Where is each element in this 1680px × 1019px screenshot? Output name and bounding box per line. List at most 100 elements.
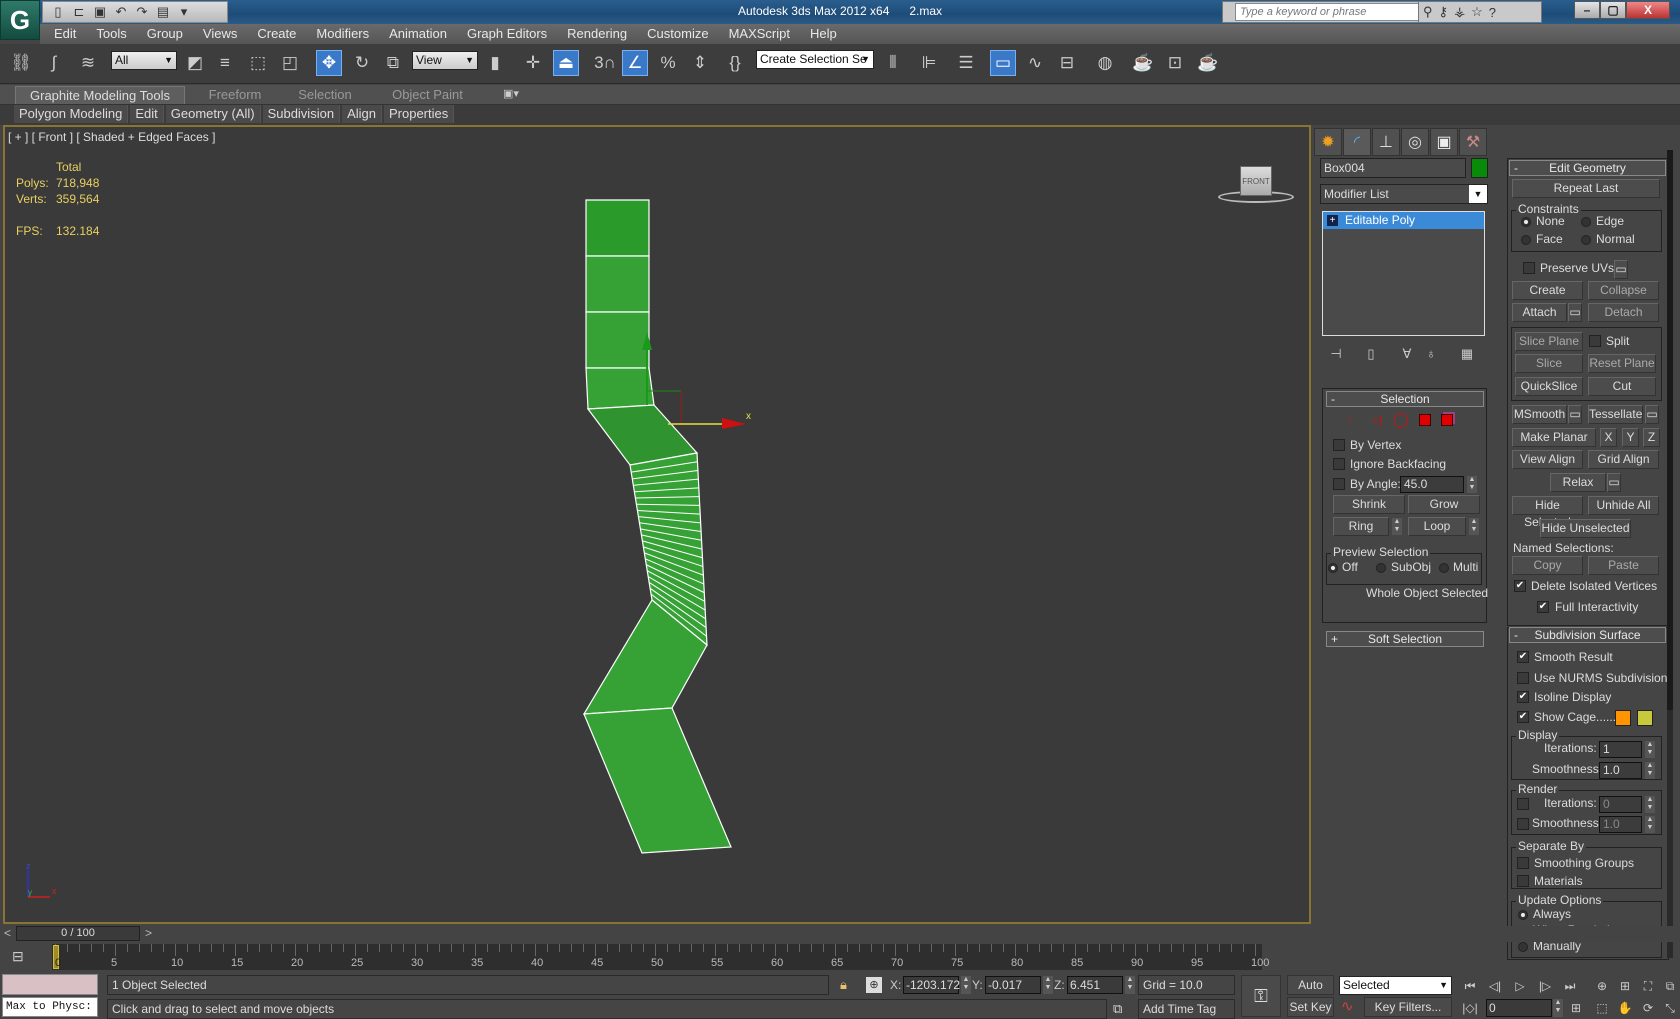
full-interactivity-checkbox[interactable]: ✔ bbox=[1537, 601, 1549, 613]
utilities-tab-icon[interactable]: ⚒ bbox=[1459, 128, 1487, 156]
msmooth-settings-button[interactable]: ▭ bbox=[1568, 405, 1582, 424]
unhide-all-button[interactable]: Unhide All bbox=[1588, 496, 1659, 515]
pan-view-icon[interactable]: ✋ bbox=[1615, 999, 1635, 1017]
object-color-swatch[interactable] bbox=[1471, 158, 1488, 178]
create-button[interactable]: Create bbox=[1512, 281, 1583, 300]
show-end-result-icon[interactable]: ▯ bbox=[1362, 346, 1380, 364]
by-angle-spinner[interactable]: 45.0 bbox=[1400, 476, 1464, 493]
mesh-polygon[interactable] bbox=[585, 199, 650, 257]
frame-spinner-icon[interactable]: ▲ ▼ bbox=[1553, 999, 1563, 1017]
show-cage-checkbox[interactable]: ✔ bbox=[1517, 711, 1529, 723]
repeat-last-button[interactable]: Repeat Last bbox=[1512, 179, 1660, 198]
grid-align-button[interactable]: Grid Align bbox=[1588, 450, 1659, 469]
zoom-region-icon[interactable]: ⬚ bbox=[1592, 999, 1612, 1017]
key-filters-button[interactable]: Key Filters... bbox=[1364, 997, 1452, 1017]
prev-frame-button[interactable]: < bbox=[4, 926, 11, 940]
preserve-uvs-settings-button[interactable]: ▭ bbox=[1614, 260, 1628, 279]
make-planar-z-button[interactable]: Z bbox=[1643, 428, 1660, 447]
x-spinner-icon[interactable]: ▲ ▼ bbox=[961, 976, 971, 994]
materials-checkbox[interactable] bbox=[1517, 875, 1529, 887]
update-manually-radio[interactable] bbox=[1518, 942, 1528, 952]
remove-modifier-icon[interactable]: ♁ bbox=[1422, 346, 1440, 364]
key-mode-dropdown[interactable]: Selected ▼ bbox=[1339, 976, 1452, 995]
tessellate-button[interactable]: Tessellate bbox=[1588, 405, 1643, 424]
constraint-edge-radio[interactable] bbox=[1581, 217, 1591, 227]
mesh-polygon[interactable] bbox=[585, 255, 650, 313]
y-coord-field[interactable]: -0.017 bbox=[985, 976, 1041, 994]
spinner-arrows-icon[interactable]: ▲ ▼ bbox=[1645, 762, 1655, 779]
collapse-button[interactable]: Collapse bbox=[1588, 281, 1659, 300]
soft-selection-rollout-header[interactable]: + Soft Selection bbox=[1326, 631, 1484, 647]
slice-plane-button[interactable]: Slice Plane bbox=[1515, 332, 1583, 351]
stack-item-editable-poly[interactable]: + Editable Poly bbox=[1323, 212, 1484, 229]
modifier-list-dropdown[interactable]: Modifier List ▼ bbox=[1320, 184, 1488, 204]
make-unique-icon[interactable]: ∀ bbox=[1398, 346, 1416, 364]
pin-stack-icon[interactable]: ⊣ bbox=[1327, 346, 1345, 364]
mini-curve-editor-icon[interactable]: ⊟ bbox=[12, 948, 24, 965]
play-icon[interactable]: ▷ bbox=[1510, 977, 1530, 995]
preview-off-radio[interactable] bbox=[1328, 563, 1338, 573]
slice-button[interactable]: Slice bbox=[1515, 354, 1583, 373]
constraint-face-radio[interactable] bbox=[1521, 235, 1531, 245]
hide-unselected-button[interactable]: Hide Unselected bbox=[1540, 519, 1631, 538]
isoline-display-checkbox[interactable]: ✔ bbox=[1517, 691, 1529, 703]
element-icon[interactable] bbox=[1441, 414, 1453, 426]
polygon-icon[interactable] bbox=[1419, 414, 1431, 426]
ring-button[interactable]: Ring bbox=[1333, 517, 1389, 536]
viewcube[interactable]: FRONT bbox=[1240, 166, 1272, 196]
z-spinner-icon[interactable]: ▲ ▼ bbox=[1125, 976, 1135, 994]
relax-button[interactable]: Relax bbox=[1550, 473, 1606, 492]
restore-button[interactable]: ▢ bbox=[1600, 1, 1626, 19]
by-vertex-checkbox[interactable] bbox=[1333, 439, 1345, 451]
tessellate-settings-button[interactable]: ▭ bbox=[1645, 405, 1659, 424]
expand-icon[interactable]: + bbox=[1327, 215, 1338, 226]
3ds-max-logo-icon[interactable]: G bbox=[0, 0, 40, 40]
time-tag-icon[interactable]: ⧉ bbox=[1113, 1001, 1122, 1017]
attach-button[interactable]: Attach bbox=[1512, 303, 1567, 322]
vertex-icon[interactable]: ⁖ bbox=[1346, 413, 1354, 429]
go-to-start-icon[interactable]: ⏮ bbox=[1460, 977, 1480, 995]
gizmo-x-arrow-icon[interactable] bbox=[722, 418, 746, 429]
display-tab-icon[interactable]: ▣ bbox=[1430, 128, 1458, 156]
make-planar-button[interactable]: Make Planar bbox=[1512, 428, 1596, 447]
preview-subobj-radio[interactable] bbox=[1376, 563, 1386, 573]
modify-tab-icon[interactable]: ◜ bbox=[1343, 128, 1371, 156]
set-key-button[interactable]: Set Key bbox=[1287, 997, 1334, 1017]
binoculars-icon[interactable]: ⚲ bbox=[1423, 4, 1433, 20]
create-tab-icon[interactable]: ✹ bbox=[1314, 128, 1342, 156]
maxscript-listener-input[interactable]: Max to Physc: bbox=[2, 997, 98, 1017]
key-icon[interactable]: ⚷ bbox=[1439, 4, 1449, 20]
absolute-mode-icon[interactable]: ⊕ bbox=[866, 977, 882, 993]
zoom-extents-icon[interactable]: ⛶ bbox=[1638, 977, 1658, 995]
reset-plane-button[interactable]: Reset Plane bbox=[1588, 354, 1656, 373]
view-align-button[interactable]: View Align bbox=[1512, 450, 1583, 469]
z-coord-field[interactable]: 6.451 bbox=[1067, 976, 1123, 994]
render-smoothness-spinner[interactable]: 1.0 bbox=[1599, 816, 1642, 833]
help-icon[interactable]: ? bbox=[1489, 5, 1496, 20]
by-angle-checkbox[interactable] bbox=[1333, 478, 1345, 490]
next-frame-button[interactable]: > bbox=[145, 926, 157, 940]
go-to-end-icon[interactable]: ⏭ bbox=[1560, 977, 1580, 995]
current-frame-field[interactable]: 0 bbox=[1486, 999, 1552, 1017]
make-planar-x-button[interactable]: X bbox=[1600, 428, 1617, 447]
maxscript-listener-output[interactable] bbox=[2, 974, 98, 995]
smoothing-groups-checkbox[interactable] bbox=[1517, 857, 1529, 869]
spinner-arrows-icon[interactable]: ▲ ▼ bbox=[1645, 741, 1655, 758]
detach-button[interactable]: Detach bbox=[1588, 303, 1659, 322]
edge-icon[interactable]: ◁ bbox=[1372, 412, 1382, 428]
add-time-tag-button[interactable]: Add Time Tag bbox=[1138, 999, 1235, 1019]
default-tangent-icon[interactable]: ∿ bbox=[1341, 997, 1354, 1015]
render-smoothness-checkbox[interactable] bbox=[1517, 818, 1529, 830]
mesh-polygon[interactable] bbox=[585, 311, 650, 369]
smooth-result-checkbox[interactable]: ✔ bbox=[1517, 651, 1529, 663]
update-always-radio[interactable] bbox=[1518, 910, 1528, 920]
cage-color-swatch-1[interactable] bbox=[1615, 710, 1631, 726]
quickslice-button[interactable]: QuickSlice bbox=[1515, 377, 1583, 396]
zoom-extents-all-icon[interactable]: ⧉ bbox=[1660, 977, 1680, 995]
auto-key-button[interactable]: Auto Key bbox=[1287, 975, 1334, 1010]
star-icon[interactable]: ☆ bbox=[1471, 4, 1483, 20]
close-button[interactable]: X bbox=[1626, 1, 1670, 19]
attach-list-button[interactable]: ▭ bbox=[1568, 303, 1582, 322]
use-nurms-checkbox[interactable] bbox=[1517, 672, 1529, 684]
ignore-backfacing-checkbox[interactable] bbox=[1333, 458, 1345, 470]
